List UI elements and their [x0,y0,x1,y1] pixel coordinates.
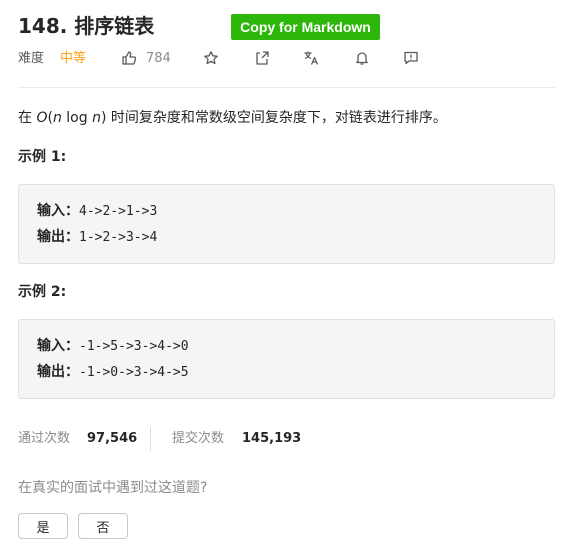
difficulty-label: 难度 [18,51,45,66]
accepted-count: 97,546 [87,431,138,446]
yes-button[interactable]: 是 [18,513,68,539]
translate-icon[interactable] [303,50,319,66]
problem-title: 148. 排序链表 [18,14,155,38]
example-code-block: 输入：4->2->1->3 输出：1->2->3->4 [18,184,555,264]
example-output: 输出：1->2->3->4 [37,229,158,245]
star-icon[interactable] [203,50,219,66]
interview-question: 在真实的面试中遇到过这道题? [18,480,208,496]
example-title: 示例 1: [18,149,67,165]
difficulty-value: 中等 [60,51,87,66]
submitted-count: 145,193 [242,431,302,446]
example-input: 输入：4->2->1->3 [37,203,158,219]
problem-description: 在 O(n log n) 时间复杂度和常数级空间复杂度下，对链表进行排序。 [18,110,447,126]
stats-separator [150,427,151,451]
thumbs-up-icon[interactable] [121,50,137,66]
example-output: 输出：-1->0->3->4->5 [37,364,189,380]
example-input: 输入：-1->5->3->4->0 [37,338,189,354]
accepted-label: 通过次数 [18,431,71,446]
submitted-label: 提交次数 [172,431,225,446]
example-code-block: 输入：-1->5->3->4->0 输出：-1->0->3->4->5 [18,319,555,399]
feedback-icon[interactable] [403,50,419,66]
divider [18,87,555,88]
like-count: 784 [146,51,171,66]
copy-markdown-button[interactable]: Copy for Markdown [231,14,380,40]
no-button[interactable]: 否 [78,513,128,539]
example-title: 示例 2: [18,284,67,300]
bell-icon[interactable] [354,50,370,66]
share-icon[interactable] [254,50,270,66]
